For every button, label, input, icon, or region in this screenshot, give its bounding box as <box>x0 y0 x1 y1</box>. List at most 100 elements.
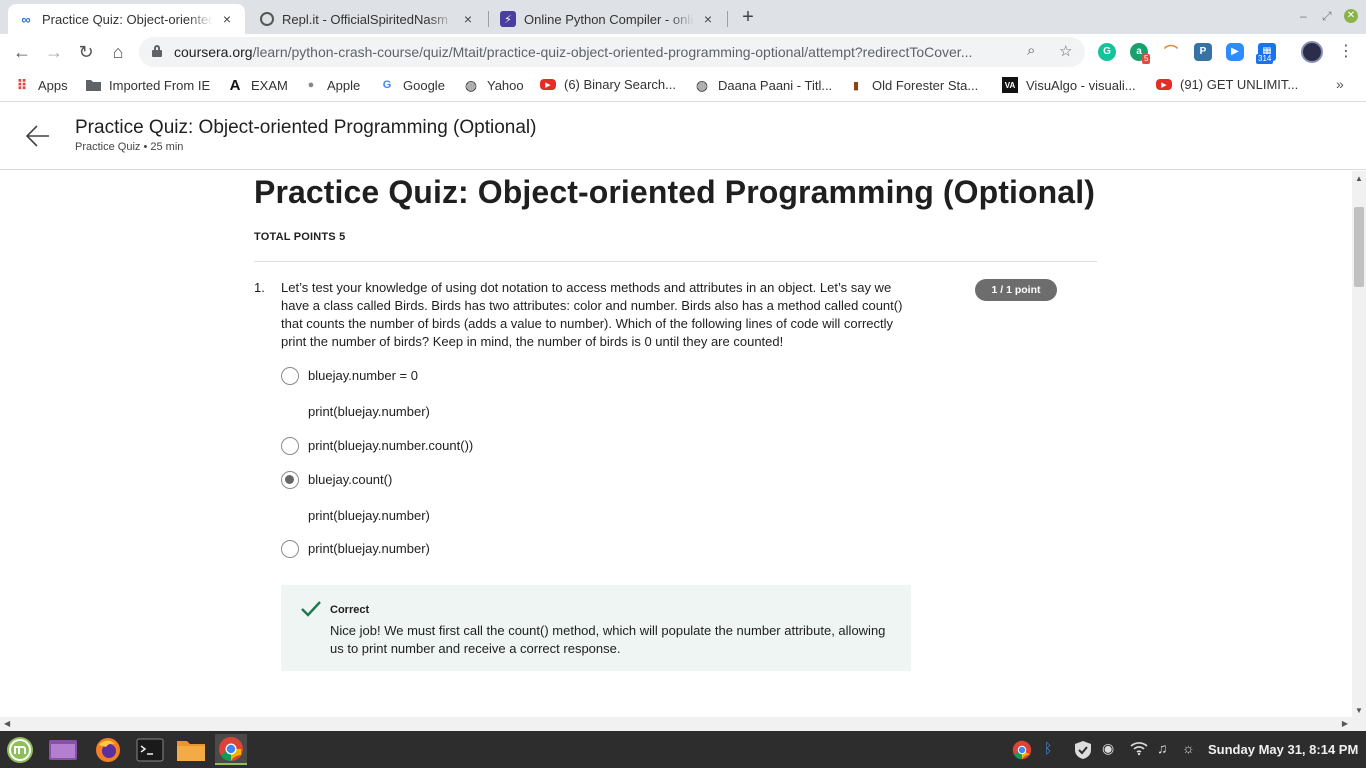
bookmark-yahoo[interactable]: ◍ Yahoo <box>463 77 524 93</box>
scroll-left-icon[interactable]: ◀ <box>4 719 10 728</box>
tab-python-compiler[interactable]: ⚡ Online Python Compiler - online × <box>490 4 726 34</box>
brightness-icon[interactable]: ☼ <box>1182 740 1195 756</box>
bookmark-label: Google <box>403 77 445 93</box>
close-tab-icon[interactable]: × <box>460 11 476 27</box>
radio-button-selected[interactable] <box>281 471 299 489</box>
globe-icon: ◍ <box>695 76 709 93</box>
bookmark-daana-paani[interactable]: ◍ Daana Paani - Titl... <box>694 77 832 93</box>
radio-button[interactable] <box>281 540 299 558</box>
bookmark-label: VisuAlgo - visuali... <box>1026 77 1136 93</box>
bookmark-visualgo[interactable]: VA VisuAlgo - visuali... <box>1002 77 1136 93</box>
scroll-up-icon[interactable]: ▲ <box>1355 174 1363 183</box>
bookmark-google[interactable]: G Google <box>379 77 445 93</box>
bookmark-star-icon[interactable]: ☆ <box>1059 42 1072 60</box>
answer-option[interactable]: print(bluejay.number.count()) <box>281 437 781 457</box>
feedback-panel: Correct Nice job! We must first call the… <box>281 585 911 671</box>
scroll-right-icon[interactable]: ▶ <box>1342 719 1348 728</box>
reload-icon[interactable]: ↻ <box>75 41 97 63</box>
bookmark-imported-from-ie[interactable]: Imported From IE <box>85 77 210 93</box>
chrome-taskbar-icon[interactable] <box>215 734 247 765</box>
scroll-down-icon[interactable]: ▼ <box>1355 706 1363 715</box>
shield-check-icon[interactable] <box>1073 740 1093 763</box>
address-bar[interactable]: coursera.org/learn/python-crash-course/q… <box>139 37 1085 67</box>
new-tab-button[interactable]: + <box>737 6 759 28</box>
total-points: TOTAL POINTS 5 <box>254 231 346 243</box>
python-extension-icon[interactable]: P <box>1194 43 1212 61</box>
answer-option[interactable]: bluejay.count() print(bluejay.number) <box>281 471 781 527</box>
rainbow-extension-icon[interactable]: ⌒ <box>1162 43 1180 61</box>
bookmark-label: Apple <box>327 77 361 93</box>
zoom-meeting-extension-icon[interactable]: ▶ <box>1226 43 1244 61</box>
back-icon[interactable]: ← <box>11 41 33 63</box>
letter-a-icon: A <box>229 76 241 94</box>
horizontal-scrollbar[interactable]: ◀ ▶ <box>0 717 1352 731</box>
maximize-icon[interactable]: ⤢ <box>1322 9 1332 24</box>
divider <box>254 261 1097 262</box>
tab-separator <box>488 11 489 27</box>
wifi-icon[interactable] <box>1130 740 1148 759</box>
tab-replit[interactable]: Repl.it - OfficialSpiritedNasm × <box>250 4 486 34</box>
option-code-line: print(bluejay.number) <box>308 541 430 556</box>
bookmark-exam[interactable]: A EXAM <box>227 76 288 94</box>
header-subtitle: Practice Quiz • 25 min <box>75 141 184 153</box>
zoom-icon[interactable]: ⌕ <box>1027 42 1035 59</box>
os-taskbar: ᛒ ◉ ♫ ☼ Sunday May 31, 8:14 PM <box>0 731 1366 768</box>
menu-kebab-icon[interactable]: ⋮ <box>1338 41 1354 61</box>
bookmark-binary-search[interactable]: ▶ (6) Binary Search... <box>540 77 676 92</box>
visualgo-icon: VA <box>1002 77 1018 93</box>
question-text: Let’s test your knowledge of using dot n… <box>281 280 903 349</box>
bookmark-apple[interactable]: ● Apple <box>303 77 361 93</box>
terminal-icon[interactable] <box>134 734 166 765</box>
nvidia-icon[interactable]: ◉ <box>1102 740 1114 757</box>
option-code-line: bluejay.count() <box>308 472 393 487</box>
tab-title: Repl.it - OfficialSpiritedNasm <box>282 11 448 27</box>
quiz-content: Practice Quiz: Object-oriented Programmi… <box>0 171 1352 717</box>
checkmark-icon <box>301 601 321 617</box>
option-code-line: print(bluejay.number) <box>308 404 430 419</box>
bluetooth-icon[interactable]: ᛒ <box>1044 740 1052 756</box>
old-forester-icon: ▮ <box>852 79 860 92</box>
tab-title: Online Python Compiler - online <box>524 11 694 27</box>
extension-badge: 314 <box>1256 54 1274 64</box>
bookmark-old-forester[interactable]: ▮ Old Forester Sta... <box>848 77 978 93</box>
minimize-icon[interactable]: – <box>1300 9 1307 23</box>
files-folder-icon[interactable] <box>175 734 207 765</box>
firefox-icon[interactable] <box>92 734 124 765</box>
folder-icon <box>85 77 101 93</box>
back-arrow-icon[interactable] <box>24 122 52 150</box>
music-note-icon[interactable]: ♫ <box>1157 740 1168 756</box>
chrome-tray-icon[interactable] <box>1012 740 1032 763</box>
apple-icon: ● <box>307 79 315 91</box>
tab-coursera[interactable]: ∞ Practice Quiz: Object-oriented × <box>8 4 245 34</box>
bookmark-get-unlimited[interactable]: ▶ (91) GET UNLIMIT... <box>1156 77 1298 92</box>
bookmark-label: (6) Binary Search... <box>564 77 676 92</box>
feedback-title: Correct <box>330 604 370 616</box>
answer-option[interactable]: print(bluejay.number) <box>281 540 781 560</box>
bookmark-label: Daana Paani - Titl... <box>718 77 833 93</box>
profile-avatar[interactable] <box>1301 41 1323 63</box>
bookmark-label: EXAM <box>251 77 288 93</box>
url-text[interactable]: coursera.org/learn/python-crash-course/q… <box>174 44 1014 60</box>
url-domain: coursera.org <box>174 44 253 60</box>
show-desktop-icon[interactable] <box>47 734 79 765</box>
bookmarks-bar: ⠿ Apps Imported From IE A EXAM ● Apple G Goo… <box>0 70 1366 102</box>
bookmark-apps[interactable]: ⠿ Apps <box>14 77 68 93</box>
window-close-icon[interactable]: ✕ <box>1344 9 1358 23</box>
mint-menu-icon[interactable] <box>4 734 36 765</box>
answer-option[interactable]: bluejay.number = 0 print(bluejay.number) <box>281 367 781 423</box>
bookmark-label: (91) GET UNLIMIT... <box>1180 77 1299 92</box>
grammarly-extension-icon[interactable]: G <box>1098 43 1116 61</box>
extension-badge: 5 <box>1142 54 1151 64</box>
bookmark-label: Yahoo <box>487 77 524 93</box>
forward-icon[interactable]: → <box>43 41 65 63</box>
scrollbar-thumb[interactable] <box>1354 207 1364 287</box>
radio-button[interactable] <box>281 367 299 385</box>
vertical-scrollbar[interactable]: ▲ ▼ <box>1352 171 1366 717</box>
tab-strip: ∞ Practice Quiz: Object-oriented × Repl.… <box>0 0 1366 34</box>
close-tab-icon[interactable]: × <box>219 11 235 27</box>
close-tab-icon[interactable]: × <box>700 11 716 27</box>
bookmarks-overflow-button[interactable]: » <box>1336 76 1344 92</box>
home-icon[interactable]: ⌂ <box>107 41 129 63</box>
clock[interactable]: Sunday May 31, 8:14 PM <box>1208 742 1358 757</box>
radio-button[interactable] <box>281 437 299 455</box>
